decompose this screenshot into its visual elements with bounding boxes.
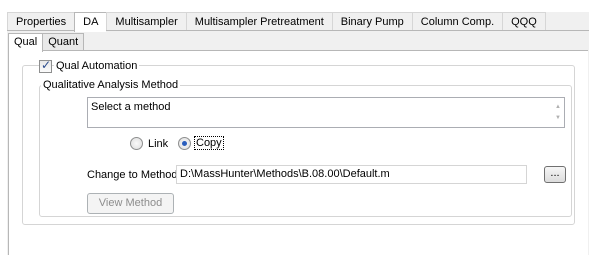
tab-da[interactable]: DA — [74, 12, 107, 32]
radio-link[interactable] — [130, 137, 143, 150]
scroll-up-icon[interactable]: ▲ — [555, 104, 561, 110]
tab-multisampler-pretreatment[interactable]: Multisampler Pretreatment — [185, 12, 332, 31]
browse-button[interactable]: ... — [544, 166, 566, 183]
qualitative-method-title: Qualitative Analysis Method — [41, 79, 181, 92]
tab-multisampler[interactable]: Multisampler — [106, 12, 186, 31]
tab-qual[interactable]: Qual — [8, 33, 44, 52]
change-to-method-label: Change to Method: — [87, 169, 181, 181]
method-list[interactable]: Select a method ▲ ▼ — [87, 97, 565, 128]
tab-qqq[interactable]: QQQ — [502, 12, 546, 31]
scroll-down-icon[interactable]: ▼ — [555, 115, 561, 121]
tab-properties[interactable]: Properties — [7, 12, 75, 31]
change-to-method-path: D:\MassHunter\Methods\B.08.00\Default.m — [176, 165, 527, 184]
tab-column-comp[interactable]: Column Comp. — [411, 12, 503, 31]
tab-quant[interactable]: Quant — [43, 33, 85, 51]
sub-tab-strip: Qual Quant — [8, 33, 85, 52]
radio-copy[interactable] — [178, 137, 191, 150]
radio-copy-text: Copy — [194, 136, 224, 150]
method-list-text: Select a method — [91, 101, 171, 113]
qual-automation-checkbox[interactable]: ✓ — [39, 58, 52, 73]
qual-automation-label: Qual Automation — [54, 60, 140, 73]
top-tab-strip: Properties DA Multisampler Multisampler … — [7, 12, 546, 32]
checkmark-icon: ✓ — [41, 58, 52, 72]
view-method-button[interactable]: View Method — [87, 193, 174, 214]
radio-copy-label: Copy — [194, 136, 224, 150]
tab-binary-pump[interactable]: Binary Pump — [331, 12, 412, 31]
radio-link-label: Link — [148, 138, 169, 150]
